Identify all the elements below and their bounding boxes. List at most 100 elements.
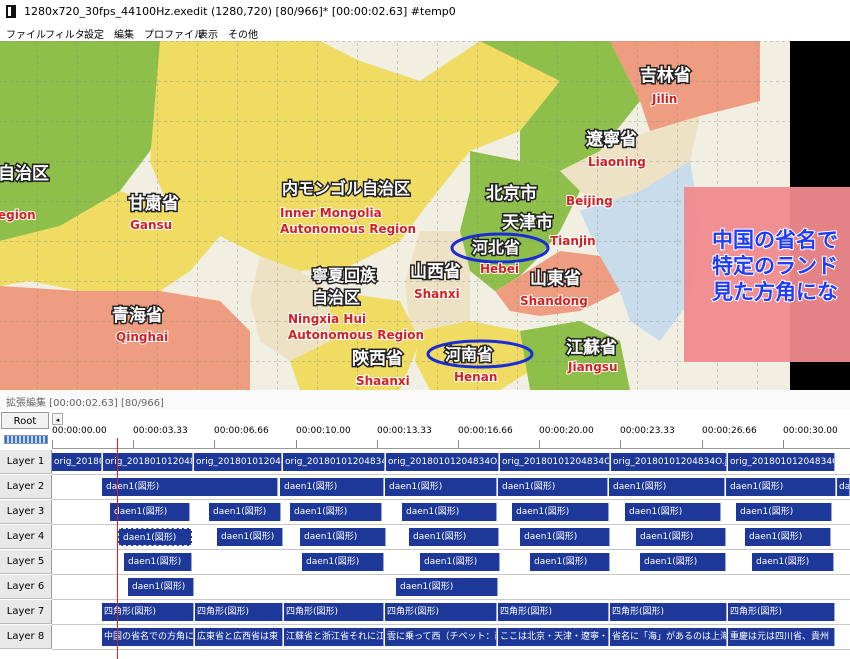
clip[interactable]: ここは北京・天津・遼寧・吉: [498, 628, 609, 646]
scroll-left-icon[interactable]: ◂: [52, 413, 63, 425]
clip[interactable]: daen1(図形): [409, 528, 499, 546]
layer-3-label[interactable]: Layer 3: [0, 500, 52, 524]
time-ruler[interactable]: ◂ 00:00:00.00 00:00:03.33 00:00:06.66 00…: [52, 413, 850, 449]
label-jilin-ja: 吉林省: [640, 65, 691, 86]
clip[interactable]: daen1(図形): [745, 528, 831, 546]
root-button[interactable]: Root: [1, 412, 49, 429]
clip[interactable]: orig_20180101204834O.jpg: [386, 453, 499, 471]
menu-file[interactable]: ファイル: [6, 26, 46, 41]
label-jiangsu-ja: 江蘇省: [566, 337, 617, 358]
app-icon: [6, 5, 16, 18]
menu-other[interactable]: その他: [228, 26, 258, 41]
clip[interactable]: 中国の省名での方角に: [102, 628, 194, 646]
clip[interactable]: daen1(図形): [636, 528, 726, 546]
playhead-cursor[interactable]: [117, 438, 118, 659]
layer-2-label[interactable]: Layer 2: [0, 475, 52, 499]
caption-line-1: 中国の省名で: [712, 228, 838, 252]
clip-selected[interactable]: daen1(図形): [118, 528, 192, 546]
clip[interactable]: orig_20180101204834O.jpg: [500, 453, 610, 471]
menu-edit[interactable]: 編集: [114, 26, 134, 41]
clip[interactable]: daen1(図形): [302, 553, 384, 571]
clip[interactable]: daen1(図形): [128, 578, 194, 596]
layer-5-track[interactable]: daen1(図形) daen1(図形) daen1(図形) daen1(図形) …: [52, 550, 850, 575]
label-ningxia-en-1: Ningxia Hui: [288, 312, 366, 326]
tick-label: 00:00:06.66: [214, 426, 269, 436]
clip[interactable]: daen1(図形): [217, 528, 283, 546]
layer-1-track[interactable]: orig_20180 orig_20180101204834 orig_2018…: [52, 450, 850, 475]
extended-edit-header: 拡張編集 [00:00:02.63] [80/966]: [0, 390, 850, 410]
layer-1-label[interactable]: Layer 1: [0, 450, 52, 474]
label-gansu-ja: 甘粛省: [128, 193, 179, 214]
clip[interactable]: 広東省と広西省は東: [195, 628, 283, 646]
clip[interactable]: daen1(図形): [609, 478, 725, 496]
label-shanxi-en: Shanxi: [414, 287, 460, 301]
label-ningxia-en-2: Autonomous Region: [288, 328, 424, 342]
clip[interactable]: 四角形(図形): [498, 603, 609, 621]
menu-view[interactable]: 表示: [198, 26, 218, 41]
clip[interactable]: daen1(図形): [640, 553, 726, 571]
layer-7-track[interactable]: 四角形(図形) 四角形(図形) 四角形(図形) 四角形(図形) 四角形(図形) …: [52, 600, 850, 625]
clip[interactable]: daen1(図形): [837, 478, 850, 496]
layer-7-label[interactable]: Layer 7: [0, 600, 52, 624]
clip[interactable]: daen1(図形): [736, 503, 832, 521]
clip[interactable]: daen1(図形): [420, 553, 500, 571]
layer-5-label[interactable]: Layer 5: [0, 550, 52, 574]
layer-6-label[interactable]: Layer 6: [0, 575, 52, 599]
clip[interactable]: 雲に乗って西（チベット：西）: [385, 628, 497, 646]
clip[interactable]: daen1(図形): [396, 578, 498, 596]
label-tianjin-ja: 天津市: [502, 212, 553, 233]
label-henan-en: Henan: [454, 370, 497, 384]
clip[interactable]: daen1(図形): [385, 478, 497, 496]
layer-4-label[interactable]: Layer 4: [0, 525, 52, 549]
label-xinjiang-ja: 自治区: [0, 163, 49, 184]
clip[interactable]: daen1(図形): [512, 503, 609, 521]
clip[interactable]: 四角形(図形): [195, 603, 283, 621]
clip[interactable]: daen1(図形): [290, 503, 382, 521]
map-canvas: 吉林省 遼寧省 北京市 天津市 河北省 山東省 山西省 内モンゴル自治区 甘粛省…: [0, 41, 850, 390]
label-inner-mongolia-en-1: Inner Mongolia: [280, 206, 382, 220]
label-shanxi-ja: 山西省: [410, 261, 461, 282]
clip[interactable]: orig_20180101204834O.jpg: [283, 453, 385, 471]
clip[interactable]: 四角形(図形): [284, 603, 384, 621]
clip[interactable]: daen1(図形): [102, 478, 278, 496]
clip[interactable]: 重慶は元は四川省、貴州: [728, 628, 835, 646]
menu-filter[interactable]: フィルタ: [45, 26, 85, 41]
clip[interactable]: orig_201801012048: [194, 453, 282, 471]
clip[interactable]: 江蘇省と浙江省それに江: [284, 628, 384, 646]
clip[interactable]: orig_20180101204834O.jpg: [728, 453, 835, 471]
menu-settings[interactable]: 設定: [84, 26, 104, 41]
layer-8-track[interactable]: 中国の省名での方角に 広東省と広西省は東 江蘇省と浙江省それに江 雲に乗って西（…: [52, 625, 850, 650]
label-hebei-en: Hebei: [480, 262, 519, 276]
clip[interactable]: daen1(図形): [530, 553, 610, 571]
clip[interactable]: 四角形(図形): [385, 603, 497, 621]
clip[interactable]: orig_20180: [52, 453, 102, 471]
clip[interactable]: daen1(図形): [110, 503, 190, 521]
timeline-zoom-bar[interactable]: [4, 435, 48, 444]
layer-4-track[interactable]: daen1(図形) daen1(図形) daen1(図形) daen1(図形) …: [52, 525, 850, 550]
clip[interactable]: daen1(図形): [625, 503, 721, 521]
clip[interactable]: daen1(図形): [209, 503, 281, 521]
clip[interactable]: daen1(図形): [520, 528, 610, 546]
clip[interactable]: daen1(図形): [752, 553, 834, 571]
clip[interactable]: daen1(図形): [498, 478, 608, 496]
clip[interactable]: daen1(図形): [280, 478, 384, 496]
video-preview[interactable]: 吉林省 遼寧省 北京市 天津市 河北省 山東省 山西省 内モンゴル自治区 甘粛省…: [0, 41, 850, 390]
clip[interactable]: daen1(図形): [124, 553, 192, 571]
menu-profile[interactable]: プロファイル: [144, 26, 204, 41]
clip[interactable]: daen1(図形): [726, 478, 836, 496]
tick-label: 00:00:03.33: [133, 426, 188, 436]
layer-8-label[interactable]: Layer 8: [0, 625, 52, 649]
menu-bar: ファイル フィルタ 設定 編集 プロファイル 表示 その他: [0, 23, 850, 41]
layer-2-track[interactable]: daen1(図形) daen1(図形) daen1(図形) daen1(図形) …: [52, 475, 850, 500]
layer-3-track[interactable]: daen1(図形) daen1(図形) daen1(図形) daen1(図形) …: [52, 500, 850, 525]
tick-label: 00:00:10.00: [296, 426, 351, 436]
clip[interactable]: daen1(図形): [402, 503, 497, 521]
clip[interactable]: 四角形(図形): [728, 603, 835, 621]
clip[interactable]: daen1(図形): [300, 528, 386, 546]
clip[interactable]: 四角形(図形): [102, 603, 194, 621]
clip[interactable]: orig_20180101204834O.jpg: [611, 453, 727, 471]
layer-6-track[interactable]: daen1(図形) daen1(図形): [52, 575, 850, 600]
tick-label: 00:00:23.33: [620, 426, 675, 436]
clip[interactable]: 省名に「海」があるのは上海: [610, 628, 727, 646]
clip[interactable]: 四角形(図形): [610, 603, 727, 621]
